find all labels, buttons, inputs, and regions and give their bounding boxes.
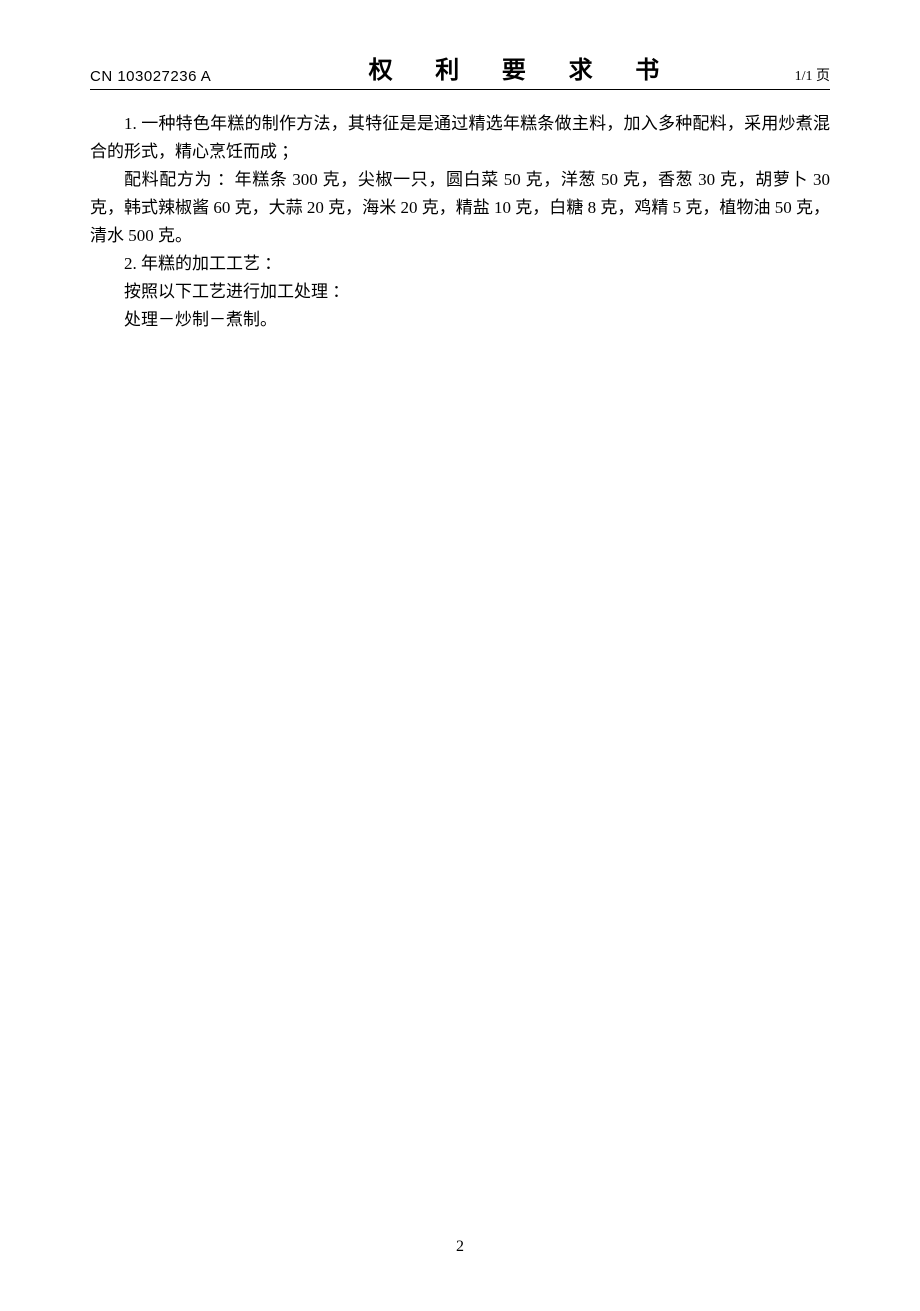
body-text: 1. 一种特色年糕的制作方法，其特征是是通过精选年糕条做主料，加入多种配料，采用… (90, 110, 830, 334)
paragraph-4: 按照以下工艺进行加工处理 ： (90, 278, 830, 306)
section-page-label: 1/1 页 (795, 65, 830, 85)
paragraph-5: 处理－炒制－煮制。 (90, 306, 830, 334)
paragraph-3: 2. 年糕的加工工艺 ： (90, 250, 830, 278)
page-number: 2 (0, 1238, 920, 1256)
paragraph-1: 1. 一种特色年糕的制作方法，其特征是是通过精选年糕条做主料，加入多种配料，采用… (90, 110, 830, 166)
section-title: 权 利 要 求 书 (369, 50, 678, 85)
document-id: CN 103027236 A (90, 68, 211, 85)
page-container: CN 103027236 A 权 利 要 求 书 1/1 页 1. 一种特色年糕… (0, 0, 920, 334)
paragraph-2: 配料配方为 ：年糕条 300 克，尖椒一只，圆白菜 50 克，洋葱 50 克，香… (90, 166, 830, 250)
page-header: CN 103027236 A 权 利 要 求 书 1/1 页 (90, 50, 830, 90)
